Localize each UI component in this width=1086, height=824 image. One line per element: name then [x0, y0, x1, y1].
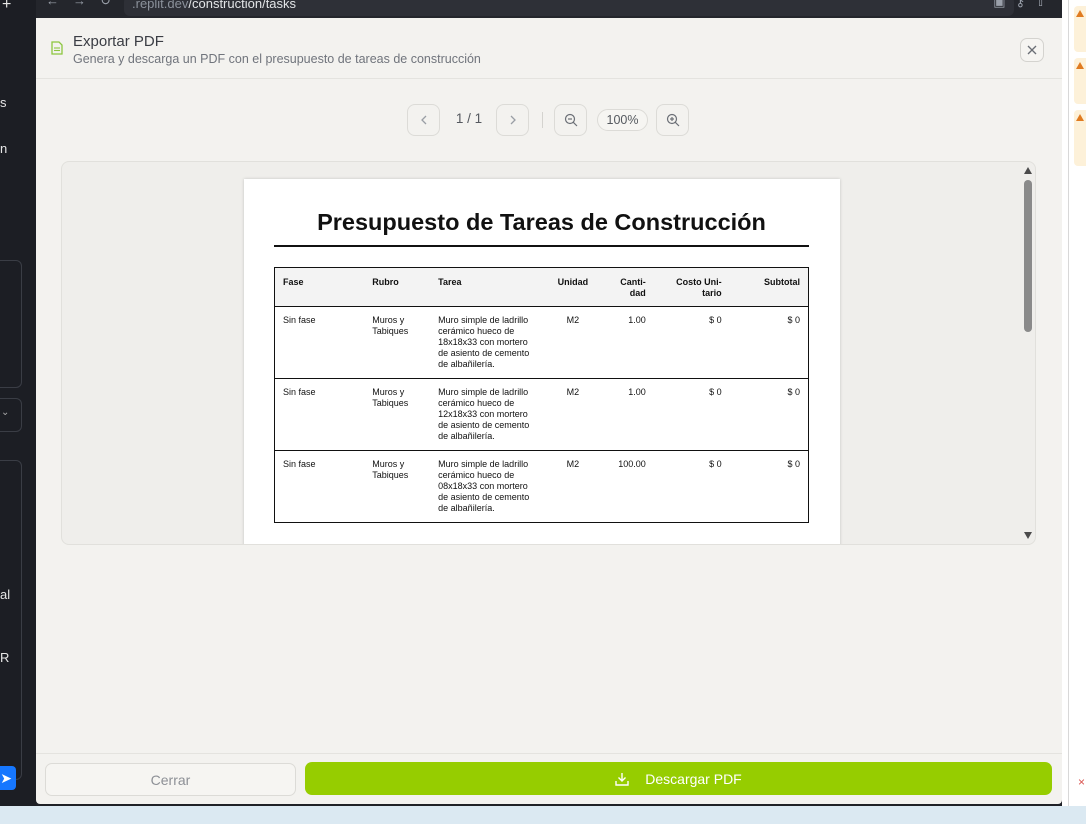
- cell-rubro: Muros y Tabiques: [364, 450, 431, 523]
- cell-unidad: M2: [547, 306, 598, 379]
- address-bar[interactable]: .replit.dev/construction/tasks: [124, 0, 1014, 16]
- scroll-down-arrow-icon[interactable]: [1024, 532, 1032, 539]
- forward-icon[interactable]: →: [73, 0, 100, 8]
- url-path: /construction/tasks: [188, 0, 297, 11]
- zoom-in-button[interactable]: [656, 104, 689, 136]
- back-icon[interactable]: ←: [46, 0, 73, 8]
- table-row: Sin fase Muros y Tabiques Muro simple de…: [274, 306, 809, 379]
- url-prefix: .replit.dev: [132, 0, 189, 11]
- column-header-tarea: Tarea: [430, 267, 548, 307]
- zoom-level: 100%: [597, 109, 648, 131]
- background-dropdown[interactable]: ⌄: [0, 398, 22, 432]
- browser-toolbar: ←→↻ .replit.dev/construction/tasks ▣⚷⇧: [36, 0, 1062, 18]
- warning-icon: [1074, 58, 1086, 104]
- download-pdf-button[interactable]: Descargar PDF: [305, 762, 1052, 795]
- cell-cantidad: 100.00: [597, 450, 654, 523]
- browser-tools: ▣⚷⇧: [993, 0, 1056, 10]
- cell-costo-unitario: $ 0: [653, 378, 730, 451]
- column-header-unidad: Unidad: [547, 267, 598, 307]
- cell-subtotal: $ 0: [729, 378, 809, 451]
- cell-unidad: M2: [547, 450, 598, 523]
- pdf-viewer[interactable]: Presupuesto de Tareas de Construcción Fa…: [61, 161, 1036, 545]
- cell-costo-unitario: $ 0: [653, 306, 730, 379]
- column-header-costo-unitario: Costo Uni- tario: [653, 267, 730, 307]
- chevron-left-icon: [420, 115, 426, 125]
- zoom-out-icon: [564, 113, 577, 127]
- chevron-down-icon: ⌄: [1, 407, 10, 418]
- close-icon[interactable]: ×: [1078, 775, 1085, 789]
- zoom-out-button[interactable]: [554, 104, 587, 136]
- column-header-fase: Fase: [274, 267, 365, 307]
- next-page-button[interactable]: [496, 104, 529, 136]
- cell-fase: Sin fase: [274, 306, 365, 379]
- dialog-footer: Cerrar Descargar PDF: [36, 753, 1062, 804]
- dialog-header: Exportar PDF Genera y descarga un PDF co…: [36, 18, 1062, 79]
- cell-rubro: Muros y Tabiques: [364, 306, 431, 379]
- background-status-strip: [0, 806, 1086, 824]
- table-row: Sin fase Muros y Tabiques Muro simple de…: [274, 450, 809, 523]
- pdf-title: Presupuesto de Tareas de Construcción: [317, 209, 766, 235]
- cell-costo-unitario: $ 0: [653, 450, 730, 523]
- cell-subtotal: $ 0: [729, 450, 809, 523]
- cell-fase: Sin fase: [274, 378, 365, 451]
- cell-subtotal: $ 0: [729, 306, 809, 379]
- share-icon[interactable]: ⇧: [1035, 0, 1056, 9]
- column-header-rubro: Rubro: [364, 267, 431, 307]
- extensions-icon[interactable]: ▣: [993, 0, 1015, 9]
- pdf-title-rule: [274, 245, 809, 247]
- previous-page-button[interactable]: [407, 104, 440, 136]
- background-panel: [0, 260, 22, 388]
- key-icon[interactable]: ⚷: [1016, 0, 1036, 9]
- toolbar-separator: [542, 112, 543, 128]
- pdf-toolbar: 1 / 1 100%: [36, 104, 1062, 136]
- scroll-up-arrow-icon[interactable]: [1024, 167, 1032, 174]
- download-icon: [615, 772, 629, 786]
- cell-fase: Sin fase: [274, 450, 365, 523]
- close-icon: [1027, 45, 1037, 55]
- divider: [1068, 0, 1069, 824]
- column-header-cantidad: Canti- dad: [597, 267, 654, 307]
- table-header-row: Fase Rubro Tarea Unidad Canti- dad Costo…: [274, 267, 809, 307]
- add-icon: +: [2, 0, 12, 13]
- browser-nav: ←→↻: [46, 0, 125, 9]
- sidebar-fragment: n: [0, 141, 8, 156]
- download-button-label: Descargar PDF: [645, 770, 742, 787]
- sidebar-fragment: R: [0, 650, 10, 665]
- send-icon[interactable]: ➤: [0, 766, 16, 790]
- cell-tarea: Muro simple de ladrillo cerámico hueco d…: [430, 450, 548, 523]
- sidebar-fragment: al: [0, 587, 11, 602]
- warning-icon: [1074, 6, 1086, 52]
- cell-cantidad: 1.00: [597, 378, 654, 451]
- dialog-title: Exportar PDF: [73, 33, 164, 50]
- warning-icon: [1074, 110, 1086, 166]
- document-icon: [51, 41, 63, 55]
- cell-rubro: Muros y Tabiques: [364, 378, 431, 451]
- budget-table: Fase Rubro Tarea Unidad Canti- dad Costo…: [274, 267, 809, 523]
- cell-cantidad: 1.00: [597, 306, 654, 379]
- close-button[interactable]: [1020, 38, 1044, 62]
- table-row: Sin fase Muros y Tabiques Muro simple de…: [274, 378, 809, 451]
- background-right-panel: ×: [1062, 0, 1086, 824]
- scrollbar-thumb[interactable]: [1024, 180, 1032, 332]
- background-app-sidebar: + s n ⌄ al R ➤: [0, 0, 36, 824]
- background-panel: [0, 460, 22, 780]
- page-indicator: 1 / 1: [455, 111, 483, 126]
- zoom-in-icon: [666, 113, 679, 127]
- cell-tarea: Muro simple de ladrillo cerámico hueco d…: [430, 378, 548, 451]
- viewer-scrollbar[interactable]: [1021, 162, 1035, 544]
- pdf-page: Presupuesto de Tareas de Construcción Fa…: [244, 179, 840, 544]
- sidebar-fragment: s: [0, 95, 7, 110]
- export-pdf-dialog: Exportar PDF Genera y descarga un PDF co…: [36, 18, 1062, 804]
- cell-unidad: M2: [547, 378, 598, 451]
- column-header-subtotal: Subtotal: [729, 267, 809, 307]
- reload-icon[interactable]: ↻: [100, 0, 125, 8]
- cell-tarea: Muro simple de ladrillo cerámico hueco d…: [430, 306, 548, 379]
- dialog-subtitle: Genera y descarga un PDF con el presupue…: [73, 52, 481, 66]
- cancel-button[interactable]: Cerrar: [45, 763, 296, 796]
- chevron-right-icon: [510, 115, 516, 125]
